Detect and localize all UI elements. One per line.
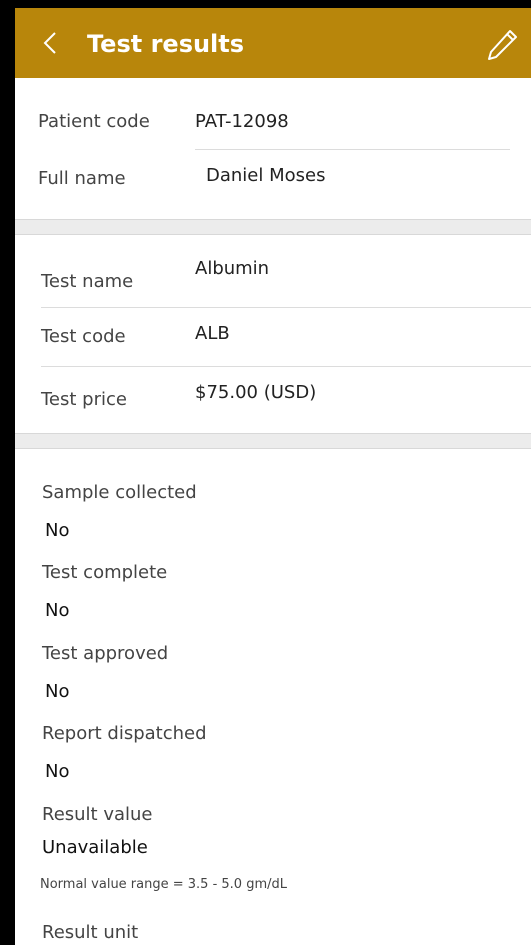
full-name-label: Full name [38, 168, 126, 189]
test-price-label: Test price [41, 389, 127, 410]
divider [195, 149, 510, 150]
section-separator [15, 219, 531, 235]
test-code-label: Test code [41, 326, 126, 347]
test-complete-label: Test complete [42, 562, 168, 583]
sample-collected-value: No [45, 520, 70, 541]
sample-collected-label: Sample collected [42, 482, 197, 503]
test-name-value: Albumin [195, 258, 270, 279]
test-code-value: ALB [195, 323, 230, 344]
result-value: Unavailable [42, 837, 148, 858]
full-name-value: Daniel Moses [206, 165, 326, 186]
report-dispatched-label: Report dispatched [42, 723, 207, 744]
result-value-label: Result value [42, 804, 153, 825]
section-separator [15, 433, 531, 449]
result-unit-label: Result unit [42, 922, 139, 943]
test-complete-value: No [45, 600, 70, 621]
app-header: Test results [15, 8, 531, 78]
report-dispatched-value: No [45, 761, 70, 782]
test-price-value: $75.00 (USD) [195, 382, 317, 403]
test-approved-label: Test approved [42, 643, 169, 664]
chevron-left-icon[interactable] [37, 27, 63, 59]
patient-code-label: Patient code [38, 111, 150, 132]
patient-code-value: PAT-12098 [195, 111, 289, 132]
test-approved-value: No [45, 681, 70, 702]
divider [41, 307, 531, 308]
normal-range-note: Normal value range = 3.5 - 5.0 gm/dL [40, 877, 287, 892]
pencil-icon[interactable] [485, 28, 519, 62]
app-frame: Test results Patient code PAT-12098 Full… [15, 8, 531, 945]
divider [41, 366, 531, 367]
test-name-label: Test name [41, 271, 134, 292]
page-title: Test results [87, 30, 245, 58]
